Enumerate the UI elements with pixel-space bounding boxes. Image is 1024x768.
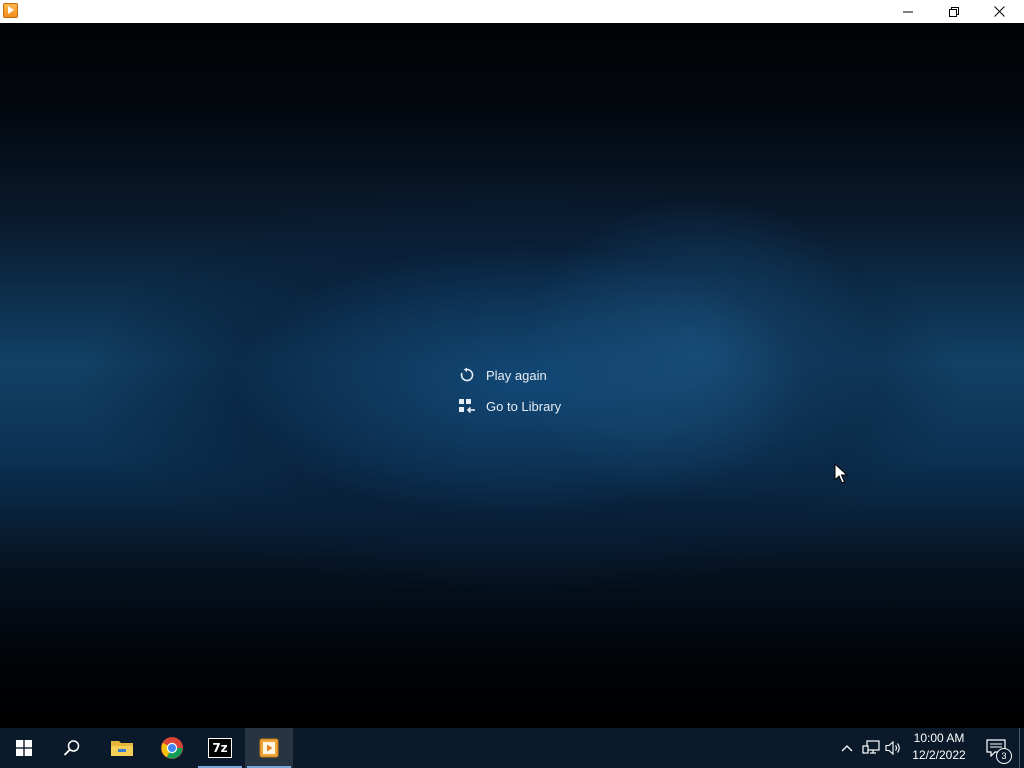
title-bar	[0, 0, 1024, 23]
mouse-cursor-icon	[834, 463, 848, 484]
video-viewport[interactable]: Play again Go to Library	[0, 23, 1024, 728]
chrome-button[interactable]	[148, 728, 196, 768]
speaker-icon	[885, 740, 900, 756]
network-button[interactable]	[861, 738, 881, 758]
clock-time: 10:00 AM	[913, 731, 965, 745]
restore-icon	[949, 6, 959, 17]
media-player-icon	[259, 738, 279, 758]
folder-icon	[111, 741, 133, 756]
restore-button[interactable]	[931, 0, 977, 23]
media-player-icon[interactable]	[3, 3, 18, 18]
action-center-button[interactable]: 3	[976, 728, 1016, 768]
play-again-button[interactable]: Play again	[458, 363, 598, 387]
volume-button[interactable]	[884, 738, 904, 758]
replay-icon	[458, 366, 476, 384]
show-hidden-icons-button[interactable]	[837, 738, 857, 758]
chrome-icon	[161, 737, 183, 759]
show-desktop-button[interactable]	[1019, 728, 1024, 768]
chevron-up-icon	[841, 745, 853, 752]
go-to-library-button[interactable]: Go to Library	[458, 394, 598, 418]
minimize-button[interactable]	[885, 0, 931, 23]
notification-count-badge: 3	[996, 748, 1012, 764]
7zip-icon: 7z	[208, 738, 232, 758]
clock-button[interactable]: 10:00 AM 12/2/2022	[904, 730, 974, 766]
taskbar: 7z 10:00 AM 12/2/2022 3	[0, 728, 1024, 768]
media-player-taskbar-button[interactable]	[245, 728, 293, 768]
network-icon	[862, 740, 880, 754]
close-button[interactable]	[976, 0, 1022, 23]
playback-ended-menu: Play again Go to Library	[458, 363, 598, 425]
search-button[interactable]	[48, 728, 96, 768]
search-icon	[63, 740, 80, 756]
clock-date: 12/2/2022	[912, 748, 966, 762]
close-icon	[993, 6, 1005, 17]
file-explorer-button[interactable]	[98, 728, 146, 768]
start-button[interactable]	[0, 728, 48, 768]
library-icon	[458, 397, 476, 415]
play-again-label: Play again	[486, 367, 547, 383]
windows-logo-icon	[16, 740, 32, 756]
7zip-button[interactable]: 7z	[196, 728, 244, 768]
go-to-library-label: Go to Library	[486, 398, 562, 414]
minimize-icon	[903, 11, 913, 12]
